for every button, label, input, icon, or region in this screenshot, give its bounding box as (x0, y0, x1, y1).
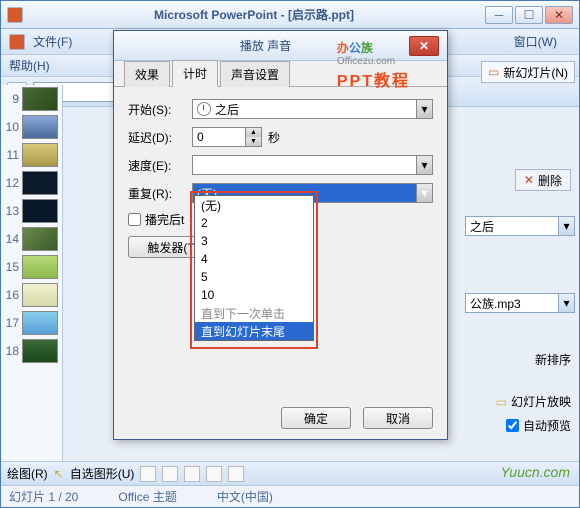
resort-button[interactable]: 新排序 (535, 351, 571, 368)
dialog-close-button[interactable]: ✕ (409, 36, 439, 56)
start-value: 之后 (215, 101, 239, 118)
theme-name: Office 主题 (118, 488, 176, 505)
menu-help[interactable]: 帮助(H) (9, 57, 50, 74)
dd-item-2[interactable]: 2 (195, 214, 313, 232)
draw-menu[interactable]: 绘图(R) (7, 465, 48, 482)
dd-item-10[interactable]: 10 (195, 286, 313, 304)
rect-icon[interactable] (184, 466, 200, 482)
after-finish-checkbox[interactable]: 播完后t (128, 211, 184, 228)
app-icon (7, 7, 23, 23)
delete-label: 删除 (538, 172, 562, 189)
speed-label: 速度(E): (128, 157, 192, 174)
slide-thumb[interactable]: 18 (3, 339, 60, 363)
spin-up-icon[interactable]: ▲ (245, 128, 261, 137)
slide-thumb[interactable]: 16 (3, 283, 60, 307)
cancel-button[interactable]: 取消 (363, 407, 433, 429)
autopreview-checkbox[interactable]: 自动预览 (506, 417, 571, 434)
autopreview-label: 自动预览 (523, 417, 571, 434)
dialog-title: 播放 声音 (122, 37, 409, 54)
new-slide-label: 新幻灯片(N) (503, 64, 568, 81)
dd-item-3[interactable]: 3 (195, 232, 313, 250)
menu-file[interactable]: 文件(F) (33, 33, 72, 50)
slide-thumb[interactable]: 11 (3, 143, 60, 167)
sound-file-label: 公族.mp3 (470, 295, 521, 312)
after-label: 之后 (470, 218, 494, 235)
slide-counter: 幻灯片 1 / 20 (9, 488, 78, 505)
slide-thumb[interactable]: 12 (3, 171, 60, 195)
dd-item-4[interactable]: 4 (195, 250, 313, 268)
slide-thumb[interactable]: 13 (3, 199, 60, 223)
repeat-dropdown-list[interactable]: (无) 2 3 4 5 10 直到下一次单击 直到幻灯片末尾 (194, 195, 314, 341)
dialog-footer: 确定 取消 (281, 407, 433, 429)
language: 中文(中国) (217, 488, 273, 505)
slide-thumb[interactable]: 9 (3, 87, 60, 111)
new-slide-button[interactable]: ▭ 新幻灯片(N) (481, 61, 575, 83)
delay-label: 延迟(D): (128, 129, 192, 146)
dd-item-none[interactable]: (无) (195, 196, 313, 214)
slide-thumb[interactable]: 10 (3, 115, 60, 139)
dd-item-until-end[interactable]: 直到幻灯片末尾 (195, 322, 313, 340)
statusbar: 幻灯片 1 / 20 Office 主题 中文(中国) (1, 485, 579, 507)
chevron-down-icon: ▾ (558, 217, 574, 235)
start-select[interactable]: 之后 ▾ (192, 99, 433, 119)
oval-icon[interactable] (206, 466, 222, 482)
chevron-down-icon: ▾ (416, 156, 432, 174)
start-after-select[interactable]: 之后 ▾ (465, 216, 575, 236)
chevron-down-icon: ▾ (416, 184, 432, 202)
slide-thumbnails: 9 10 11 12 13 14 15 16 17 18 (1, 85, 63, 465)
autoshape-menu[interactable]: 自选图形(U) (70, 465, 135, 482)
yuucn-watermark: Yuucn.com (500, 464, 570, 480)
menu-window[interactable]: 窗口(W) (514, 33, 557, 50)
ok-button[interactable]: 确定 (281, 407, 351, 429)
sound-file-select[interactable]: 公族.mp3 ▾ (465, 293, 575, 313)
delay-unit: 秒 (268, 129, 280, 146)
line-icon[interactable] (140, 466, 156, 482)
delay-spinner[interactable]: 0 ▲▼ (192, 127, 262, 147)
repeat-label: 重复(R): (128, 185, 192, 202)
speed-select[interactable]: ▾ (192, 155, 433, 175)
slideshow-label: 幻灯片放映 (511, 393, 571, 410)
x-icon: ✕ (524, 173, 534, 187)
tab-sound[interactable]: 声音设置 (220, 61, 290, 87)
slide-icon: ▭ (488, 65, 499, 79)
slide-thumb[interactable]: 17 (3, 311, 60, 335)
close-button[interactable]: ✕ (545, 6, 573, 24)
textbox-icon[interactable] (228, 466, 244, 482)
slide-thumb[interactable]: 15 (3, 255, 60, 279)
ppt-icon (9, 34, 25, 50)
minimize-button[interactable]: ─ (485, 6, 513, 24)
after-finish-label: 播完后t (145, 211, 184, 228)
draw-toolbar: 绘图(R) ↖ 自选图形(U) (1, 461, 579, 485)
window-title: Microsoft PowerPoint - [启示路.ppt] (23, 6, 485, 23)
chevron-down-icon: ▾ (558, 294, 574, 312)
delay-value: 0 (197, 130, 204, 144)
dialog-tabs: 效果 计时 声音设置 (114, 61, 447, 87)
delete-button[interactable]: ✕ 删除 (515, 169, 571, 191)
spin-down-icon[interactable]: ▼ (245, 137, 261, 146)
tab-effect[interactable]: 效果 (124, 61, 170, 87)
arrow-tool-icon[interactable] (162, 466, 178, 482)
dialog-titlebar: 播放 声音 ✕ (114, 31, 447, 61)
dd-item-until-click[interactable]: 直到下一次单击 (195, 304, 313, 322)
slideshow-button[interactable]: ▭ 幻灯片放映 (496, 393, 571, 410)
titlebar: Microsoft PowerPoint - [启示路.ppt] ─ ☐ ✕ (1, 1, 579, 29)
arrow-icon[interactable]: ↖ (54, 467, 64, 481)
chevron-down-icon: ▾ (416, 100, 432, 118)
slide-thumb[interactable]: 14 (3, 227, 60, 251)
timing-dialog: 播放 声音 ✕ 效果 计时 声音设置 开始(S): 之后 ▾ 延迟(D): 0 … (113, 30, 448, 440)
maximize-button[interactable]: ☐ (515, 6, 543, 24)
clock-icon (197, 102, 211, 116)
start-label: 开始(S): (128, 101, 192, 118)
tab-timing[interactable]: 计时 (172, 60, 218, 87)
screen-icon: ▭ (496, 395, 507, 409)
dd-item-5[interactable]: 5 (195, 268, 313, 286)
